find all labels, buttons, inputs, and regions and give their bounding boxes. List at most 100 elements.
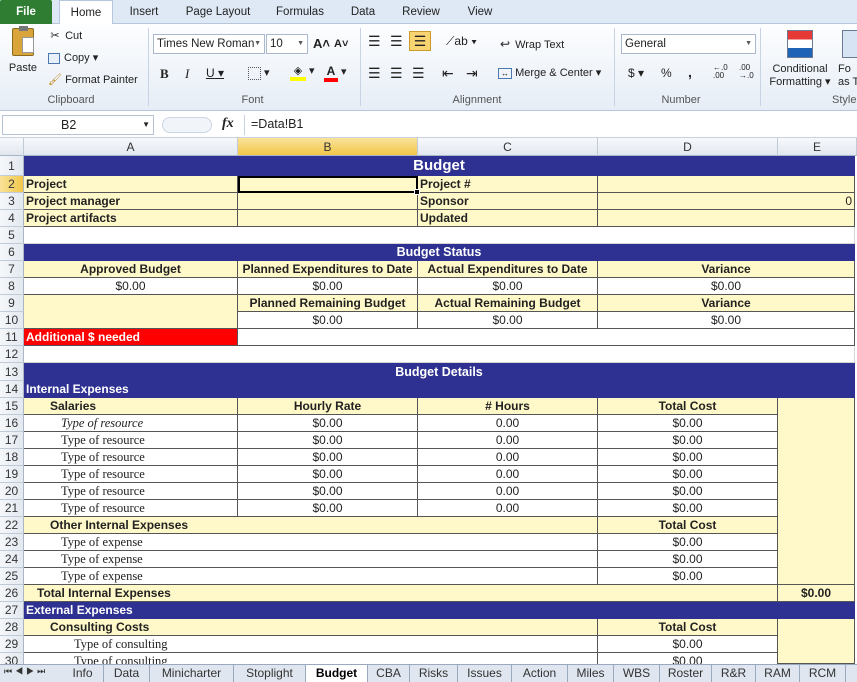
row-header[interactable]: 20 [0,483,24,500]
hourly-rate-value[interactable]: $0.00 [238,415,418,432]
updated-value-cell[interactable] [598,210,855,227]
column-header[interactable]: E [778,138,857,156]
column-header[interactable]: C [418,138,598,156]
approved-budget-value[interactable]: $0.00 [24,278,238,295]
expense-type[interactable]: Type of expense [24,551,598,568]
project-label[interactable]: Project [24,176,238,193]
shrink-font-button[interactable]: A˅ [334,38,348,50]
row-header[interactable]: 13 [0,363,24,381]
name-box[interactable]: B2 ▼ [2,115,154,135]
total-cost-value[interactable]: $0.00 [598,449,778,466]
tab-view[interactable]: View [458,0,502,24]
row-header[interactable]: 25 [0,568,24,585]
sheet-tab-miles[interactable]: Miles [568,665,614,682]
decrease-indent-button[interactable]: ⇤ [442,66,454,80]
hourly-rate-value[interactable]: $0.00 [238,449,418,466]
sheet-tab-minicharter[interactable]: Minicharter [150,665,234,682]
tab-home[interactable]: Home [59,0,113,25]
insert-function-button[interactable]: fx [222,116,234,132]
total-cost-value[interactable]: $0.00 [598,636,778,653]
row-header[interactable]: 14 [0,381,24,398]
copy-button[interactable]: Copy ▾ [48,51,98,64]
variance-header[interactable]: Variance [598,261,855,278]
actual-remaining-value[interactable]: $0.00 [418,312,598,329]
increase-indent-button[interactable]: ⇥ [466,66,478,80]
italic-button[interactable]: I [185,66,189,82]
project-value-cell[interactable] [238,176,418,193]
sheet-tab-rr[interactable]: R&R [712,665,756,682]
row-header[interactable]: 15 [0,398,24,415]
row-header[interactable]: 30 [0,653,24,664]
wrap-text-button[interactable]: ↩ Wrap Text [498,37,564,51]
project-number-value-cell[interactable] [598,176,855,193]
expense-type[interactable]: Type of expense [24,534,598,551]
total-column-fill[interactable] [778,398,855,585]
percent-button[interactable]: % [661,66,672,80]
row-header[interactable]: 2 [0,176,24,193]
row-header[interactable]: 5 [0,227,24,244]
sheet-tab-ram[interactable]: RAM [756,665,800,682]
variance-value[interactable]: $0.00 [598,278,855,295]
sheet-tab-issues[interactable]: Issues [458,665,512,682]
tab-insert[interactable]: Insert [120,0,168,24]
row-header[interactable]: 6 [0,244,24,261]
internal-expenses-header[interactable]: Internal Expenses [24,381,855,398]
planned-expenditures-value[interactable]: $0.00 [238,278,418,295]
sheet-tab-action[interactable]: Action [512,665,568,682]
bold-button[interactable]: B [160,66,169,82]
additional-needed-label[interactable]: Additional $ needed [24,329,238,346]
sponsor-value-cell[interactable]: 0 [598,193,855,210]
total-cost-value[interactable]: $0.00 [598,653,778,664]
merge-center-button[interactable]: ↔ Merge & Center ▾ [498,66,601,79]
project-artifacts-value-cell[interactable] [238,210,418,227]
conditional-formatting-button[interactable]: Conditional Formatting ▾ [767,28,833,89]
sheet-tab-info[interactable]: Info [62,665,104,682]
tab-data[interactable]: Data [341,0,385,24]
borders-button[interactable]: ▾ [248,66,270,80]
align-center-button[interactable]: ☰ [390,66,403,80]
font-name-select[interactable]: Times New Roman ▼ [153,34,265,54]
row-header[interactable]: 27 [0,602,24,619]
total-cost-value[interactable]: $0.00 [598,432,778,449]
font-size-select[interactable]: 10 ▼ [266,34,308,54]
budget-title[interactable]: Budget [24,156,855,176]
resource-type[interactable]: Type of resource [24,483,238,500]
align-right-button[interactable]: ☰ [412,66,425,80]
sheet-tab-risks[interactable]: Risks [410,665,458,682]
row-header[interactable]: 12 [0,346,24,363]
planned-remaining-header[interactable]: Planned Remaining Budget [238,295,418,312]
consulting-costs-header[interactable]: Consulting Costs [24,619,598,636]
comma-button[interactable]: , [688,64,692,80]
project-number-label[interactable]: Project # [418,176,598,193]
row-header[interactable]: 8 [0,278,24,295]
fill-color-button[interactable]: ◈ ▾ [290,64,315,81]
external-expenses-header[interactable]: External Expenses [24,602,855,619]
grow-font-button[interactable]: A˄ [313,36,330,51]
consulting-type[interactable]: Type of consulting [24,653,598,664]
row-header[interactable]: 17 [0,432,24,449]
tab-file[interactable]: File [0,0,52,24]
project-artifacts-label[interactable]: Project artifacts [24,210,238,227]
row-header[interactable]: 10 [0,312,24,329]
row-header[interactable]: 22 [0,517,24,534]
hours-value[interactable]: 0.00 [418,483,598,500]
row-header[interactable]: 29 [0,636,24,653]
hours-value[interactable]: 0.00 [418,415,598,432]
hours-header[interactable]: # Hours [418,398,598,415]
row-header[interactable]: 23 [0,534,24,551]
hours-value[interactable]: 0.00 [418,432,598,449]
row-header[interactable]: 24 [0,551,24,568]
consulting-type[interactable]: Type of consulting [24,636,598,653]
variance-value-2[interactable]: $0.00 [598,312,855,329]
hours-value[interactable]: 0.00 [418,449,598,466]
total-column-fill[interactable] [778,619,855,664]
underline-button[interactable]: U ▾ [206,66,224,80]
align-left-button[interactable]: ☰ [368,66,381,80]
sheet-tab-budget[interactable]: Budget [306,665,368,682]
hours-value[interactable]: 0.00 [418,466,598,483]
hourly-rate-header[interactable]: Hourly Rate [238,398,418,415]
fill-handle[interactable] [414,189,420,195]
empty-row[interactable] [24,346,855,363]
row-header[interactable]: 16 [0,415,24,432]
row-header[interactable]: 18 [0,449,24,466]
